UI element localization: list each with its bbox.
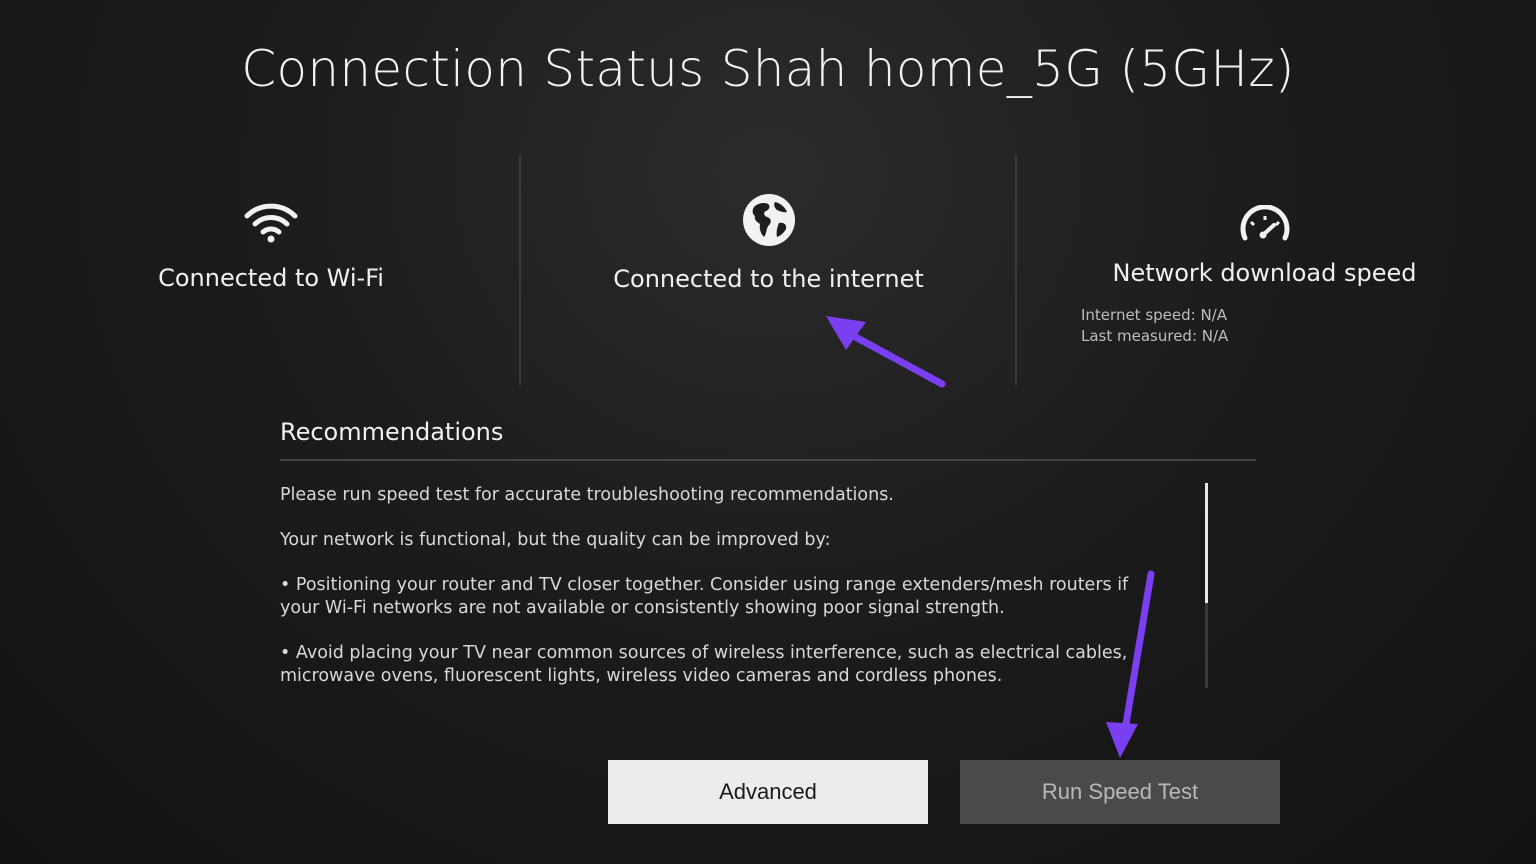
- download-speed-status: Network download speed: [1017, 155, 1512, 385]
- recommendations-list: Please run speed test for accurate troub…: [280, 484, 1160, 710]
- recommendation-text: Your network is functional, but the qual…: [280, 530, 831, 550]
- advanced-button[interactable]: Advanced: [608, 760, 928, 824]
- recommendation-text: Please run speed test for accurate troub…: [280, 485, 894, 505]
- scrollbar-thumb[interactable]: [1205, 483, 1208, 603]
- speedometer-icon: [1240, 205, 1289, 241]
- recommendations-title: Recommendations: [280, 418, 504, 446]
- internet-status-label: Connected to the internet: [613, 265, 924, 293]
- wifi-icon: [244, 203, 298, 243]
- last-measured-value: Last measured: N/A: [1081, 327, 1229, 345]
- wifi-status-label: Connected to Wi-Fi: [158, 264, 384, 292]
- recommendation-text: • Positioning your router and TV closer …: [280, 575, 1129, 618]
- speed-details: Internet speed: N/A Last measured: N/A: [1081, 305, 1228, 347]
- download-speed-label: Network download speed: [1112, 259, 1417, 287]
- internet-speed-value: Internet speed: N/A: [1081, 306, 1228, 324]
- recommendations-divider: [280, 459, 1256, 461]
- recommendation-text: • Avoid placing your TV near common sour…: [280, 643, 1128, 686]
- recommendations-scrollbar[interactable]: [1205, 483, 1208, 688]
- annotation-arrows: [826, 316, 1155, 758]
- internet-status: Connected to the internet: [521, 155, 1016, 385]
- globe-icon: [742, 194, 795, 246]
- wifi-status: Connected to Wi-Fi: [22, 155, 520, 385]
- page-title: Connection Status Shah home_5G (5GHz): [241, 40, 1295, 98]
- run-speed-test-button[interactable]: Run Speed Test: [960, 760, 1280, 824]
